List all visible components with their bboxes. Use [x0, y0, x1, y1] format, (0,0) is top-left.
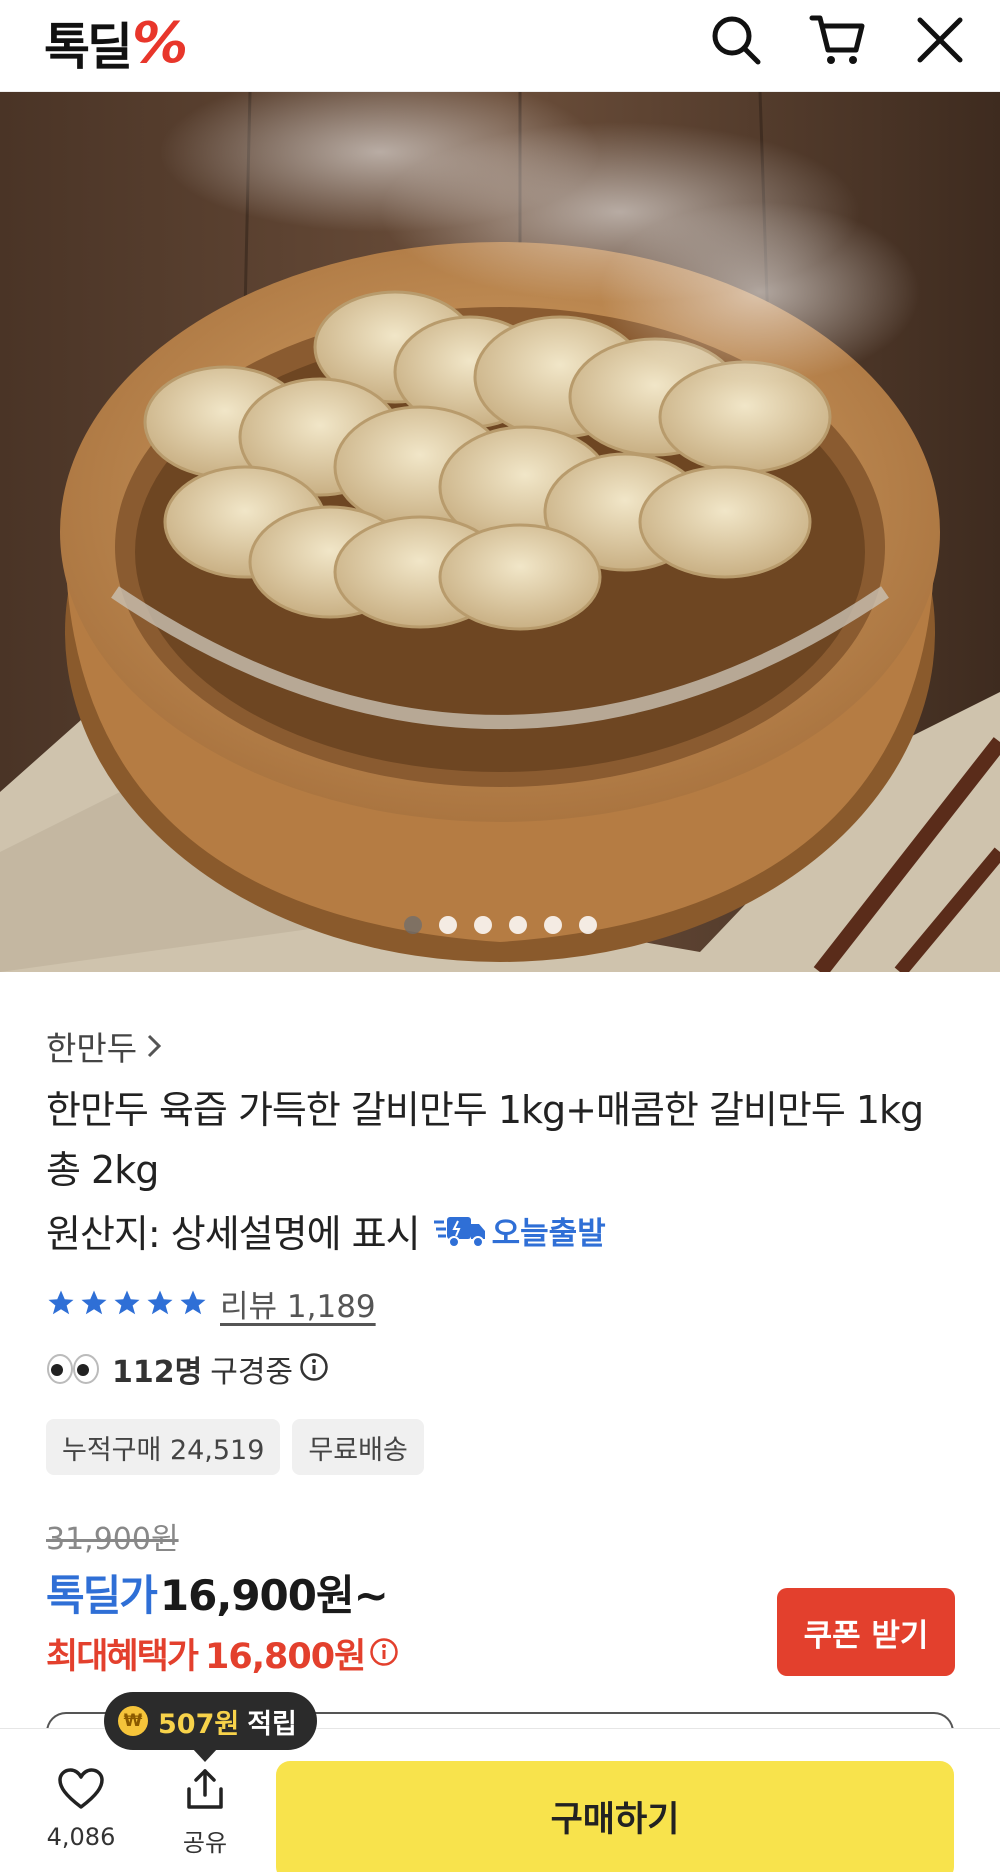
get-coupon-button[interactable]: 쿠폰 받기 [777, 1588, 955, 1676]
share-button[interactable]: 공유 [160, 1767, 250, 1858]
logo-text: 톡딜 [44, 18, 133, 76]
product-badges: 누적구매 24,519 무료배송 [46, 1419, 424, 1475]
viewers-text: 구경중 [210, 1355, 294, 1390]
star-icon [147, 1290, 173, 1315]
max-benefit-price: 16,800원 [205, 1637, 366, 1677]
product-photo [0, 92, 1000, 972]
eyes-icon [46, 1353, 102, 1385]
shipping-label: 오늘출발 [491, 1215, 606, 1252]
deal-price-row: 톡딜가 16,900원~ [46, 1562, 389, 1623]
star-icon [114, 1290, 140, 1315]
viewers-row: 112명 구경중 [46, 1344, 329, 1394]
carousel-dot[interactable] [543, 916, 562, 934]
tooltip-arrow [192, 1748, 218, 1762]
deal-price-label: 톡딜가 [46, 1571, 158, 1620]
share-icon [187, 1769, 223, 1809]
carousel-dot[interactable] [473, 916, 492, 934]
brand-name: 한만두 [46, 1029, 138, 1068]
info-icon[interactable] [369, 1637, 399, 1671]
review-count-link[interactable]: 리뷰 1,189 [220, 1281, 376, 1326]
chevron-right-icon [148, 1034, 162, 1058]
points-tooltip: ₩ 507원 적립 [104, 1692, 317, 1750]
star-icon [48, 1290, 74, 1315]
origin-text: 원산지: 상세설명에 표시 [46, 1211, 421, 1256]
max-benefit-label: 최대혜택가 [46, 1637, 199, 1677]
carousel-indicators [0, 916, 1000, 934]
carousel-dot[interactable] [508, 916, 527, 934]
delivery-truck-icon [433, 1217, 485, 1248]
talkdeal-logo[interactable]: 톡딜 % [44, 8, 188, 78]
star-icon [180, 1290, 206, 1315]
heart-icon [58, 1768, 104, 1809]
search-icon[interactable] [706, 10, 766, 70]
max-benefit-row: 최대혜택가 16,800원 [46, 1628, 399, 1679]
close-icon[interactable] [910, 10, 970, 70]
free-shipping-badge: 무료배송 [292, 1419, 424, 1475]
info-icon[interactable] [299, 1352, 329, 1386]
carousel-dot-active[interactable] [403, 916, 422, 934]
app-header: 톡딜 % [0, 0, 1000, 92]
like-count: 4,086 [46, 1823, 116, 1851]
points-amount: 507원 [158, 1708, 240, 1740]
today-shipping-badge: 오늘출발 [433, 1208, 606, 1253]
original-price: 31,900원 [46, 1522, 179, 1557]
logo-percent-mark: % [132, 10, 188, 76]
buy-button[interactable]: 구매하기 [276, 1761, 954, 1872]
product-title: 한만두 육즙 가득한 갈비만두 1kg+매콤한 갈비만두 1kg 총 2kg [46, 1088, 924, 1192]
viewers-count: 112명 [112, 1355, 203, 1390]
star-rating [46, 1288, 208, 1318]
product-image-carousel[interactable] [0, 92, 1000, 972]
share-label: 공유 [182, 1829, 228, 1857]
origin-row: 원산지: 상세설명에 표시 오늘출발 [46, 1204, 606, 1256]
coin-icon: ₩ [118, 1706, 148, 1736]
cumulative-purchase-badge: 누적구매 24,519 [46, 1419, 281, 1475]
deal-price: 16,900원~ [159, 1571, 389, 1620]
rating-row[interactable]: 리뷰 1,189 [46, 1280, 376, 1326]
cart-icon[interactable] [808, 10, 868, 70]
points-text: 적립 [247, 1708, 297, 1740]
star-icon [81, 1290, 107, 1315]
carousel-dot[interactable] [438, 916, 457, 934]
carousel-dot[interactable] [578, 916, 597, 934]
brand-link[interactable]: 한만두 [46, 1022, 163, 1070]
like-button[interactable]: 4,086 [36, 1767, 126, 1851]
